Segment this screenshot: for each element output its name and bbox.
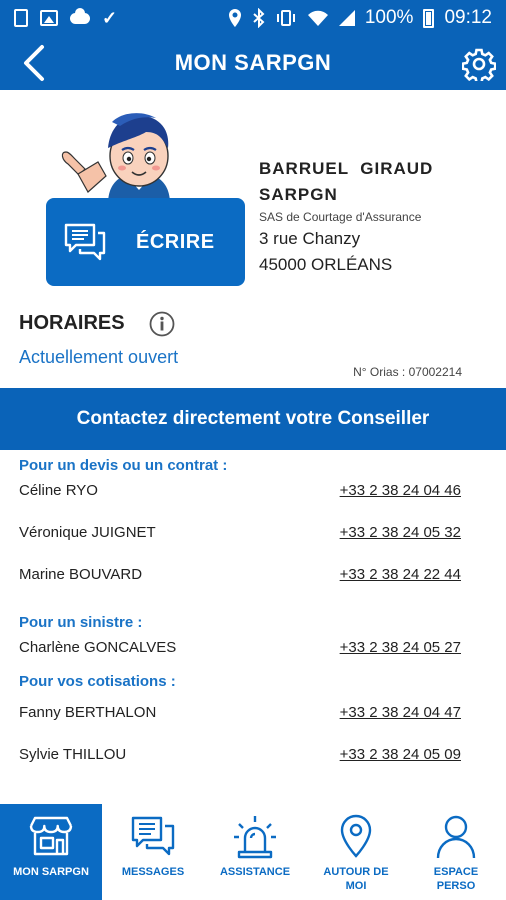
section-quote-contract: Pour un devis ou un contrat :: [19, 457, 228, 474]
agency-info: BARRUEL GIRAUD SARPGN SAS de Courtage d'…: [259, 156, 499, 278]
contact-row: Fanny BERTHALON +33 2 38 24 04 47: [19, 704, 461, 726]
signal-icon: [338, 10, 355, 26]
contact-phone-link[interactable]: +33 2 38 24 05 09: [340, 746, 461, 763]
contact-row: Charlène GONCALVES +33 2 38 24 05 27: [19, 639, 461, 661]
nav-item-mon-sarpgn[interactable]: MON SARPGN: [0, 804, 102, 900]
contact-name: Charlène GONCALVES: [19, 639, 177, 656]
contact-phone-link[interactable]: +33 2 38 24 04 46: [340, 482, 461, 499]
hours-title: HORAIRES: [19, 312, 125, 334]
contact-name: Véronique JUIGNET: [19, 524, 156, 541]
mascot-illustration: [61, 113, 170, 204]
info-icon[interactable]: [149, 311, 175, 337]
agency-name: BARRUEL GIRAUD: [259, 159, 434, 178]
user-icon: [436, 815, 476, 859]
status-bar: ✓ 100% 09:12: [0, 0, 506, 36]
agency-type: SAS de Courtage d'Assurance: [259, 210, 422, 224]
orias-number: N° Orias : 07002214: [353, 365, 462, 379]
location-pin-icon: [340, 814, 372, 858]
notification-icons: ✓: [0, 7, 118, 28]
wifi-icon: [307, 10, 328, 26]
messages-icon: [131, 816, 175, 856]
nav-item-nearby[interactable]: AUTOUR DE MOI: [306, 804, 406, 900]
checkmark-icon: ✓: [102, 8, 118, 28]
contact-name: Céline RYO: [19, 482, 98, 499]
contact-row: Céline RYO +33 2 38 24 04 46: [19, 482, 461, 504]
contact-name: Marine BOUVARD: [19, 566, 143, 583]
contact-phone-link[interactable]: +33 2 38 24 05 32: [340, 524, 461, 541]
system-indicators: 100% 09:12: [227, 7, 506, 29]
clock: 09:12: [444, 7, 492, 28]
contact-row: Sylvie THILLOU +33 2 38 24 05 09: [19, 746, 461, 768]
alarm-light-icon: [234, 816, 276, 859]
contact-name: Sylvie THILLOU: [19, 746, 127, 763]
agency-city: 45000 ORLÉANS: [259, 255, 393, 274]
write-button[interactable]: ÉCRIRE: [46, 198, 245, 286]
vibrate-icon: [276, 10, 295, 26]
gear-icon: [461, 48, 497, 84]
nav-label-line: AUTOUR DE: [323, 866, 389, 878]
cloud-icon: [70, 7, 90, 24]
nav-item-assistance[interactable]: ASSISTANCE: [204, 804, 306, 900]
nav-label: ASSISTANCE: [219, 866, 291, 878]
opening-status[interactable]: Actuellement ouvert: [19, 347, 178, 368]
section-contributions: Pour vos cotisations :: [19, 673, 176, 690]
contact-banner-label: Contactez directement votre Conseiller: [76, 408, 430, 429]
image-notification-icon: [40, 10, 58, 26]
nav-item-personal-space[interactable]: ESPACE PERSO: [406, 804, 506, 900]
battery-icon: [423, 8, 435, 28]
agency-street: 3 rue Chanzy: [259, 229, 361, 248]
location-icon: [228, 9, 241, 27]
nav-label-line: ESPACE: [433, 866, 479, 878]
nav-label: MESSAGES: [121, 866, 185, 878]
contact-phone-link[interactable]: +33 2 38 24 22 44: [340, 566, 461, 583]
nav-item-messages[interactable]: MESSAGES: [102, 804, 204, 900]
bluetooth-icon: [253, 8, 265, 28]
nav-label: ESPACE PERSO: [406, 865, 506, 893]
store-icon: [29, 816, 73, 856]
battery-level: 100%: [364, 7, 414, 28]
message-write-icon: [64, 223, 106, 261]
contact-name: Fanny BERTHALON: [19, 704, 157, 721]
contact-row: Véronique JUIGNET +33 2 38 24 05 32: [19, 524, 461, 546]
contact-banner: Contactez directement votre Conseiller: [0, 388, 506, 450]
contact-row: Marine BOUVARD +33 2 38 24 22 44: [19, 566, 461, 588]
page-title: MON SARPGN: [174, 50, 332, 75]
nav-label: MON SARPGN: [13, 866, 89, 878]
settings-button[interactable]: [461, 47, 497, 84]
nav-label-line: MOI: [345, 880, 367, 892]
section-claim: Pour un sinistre :: [19, 614, 143, 631]
app-header: MON SARPGN: [0, 36, 506, 90]
nav-label: AUTOUR DE MOI: [306, 865, 406, 893]
nav-label-line: PERSO: [436, 880, 476, 892]
phone-notification-icon: [14, 9, 28, 27]
bottom-navigation: MON SARPGN MESSAGES ASSISTANCE AUTOUR DE…: [0, 804, 506, 900]
contact-phone-link[interactable]: +33 2 38 24 05 27: [340, 639, 461, 656]
contact-phone-link[interactable]: +33 2 38 24 04 47: [340, 704, 461, 721]
agency-brand: SARPGN: [259, 185, 338, 204]
write-button-label: ÉCRIRE: [136, 230, 215, 253]
